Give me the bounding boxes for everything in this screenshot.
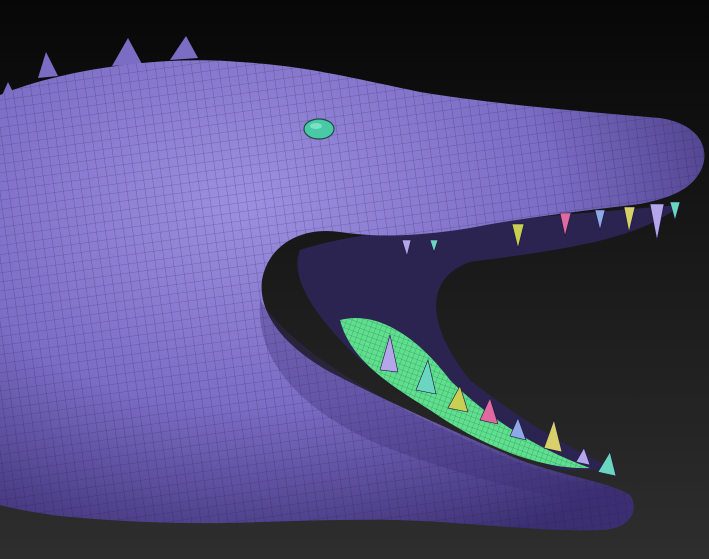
- viewport[interactable]: [0, 0, 709, 559]
- eye: [303, 118, 335, 140]
- eye-highlight: [310, 123, 322, 129]
- model-canvas[interactable]: [0, 0, 709, 559]
